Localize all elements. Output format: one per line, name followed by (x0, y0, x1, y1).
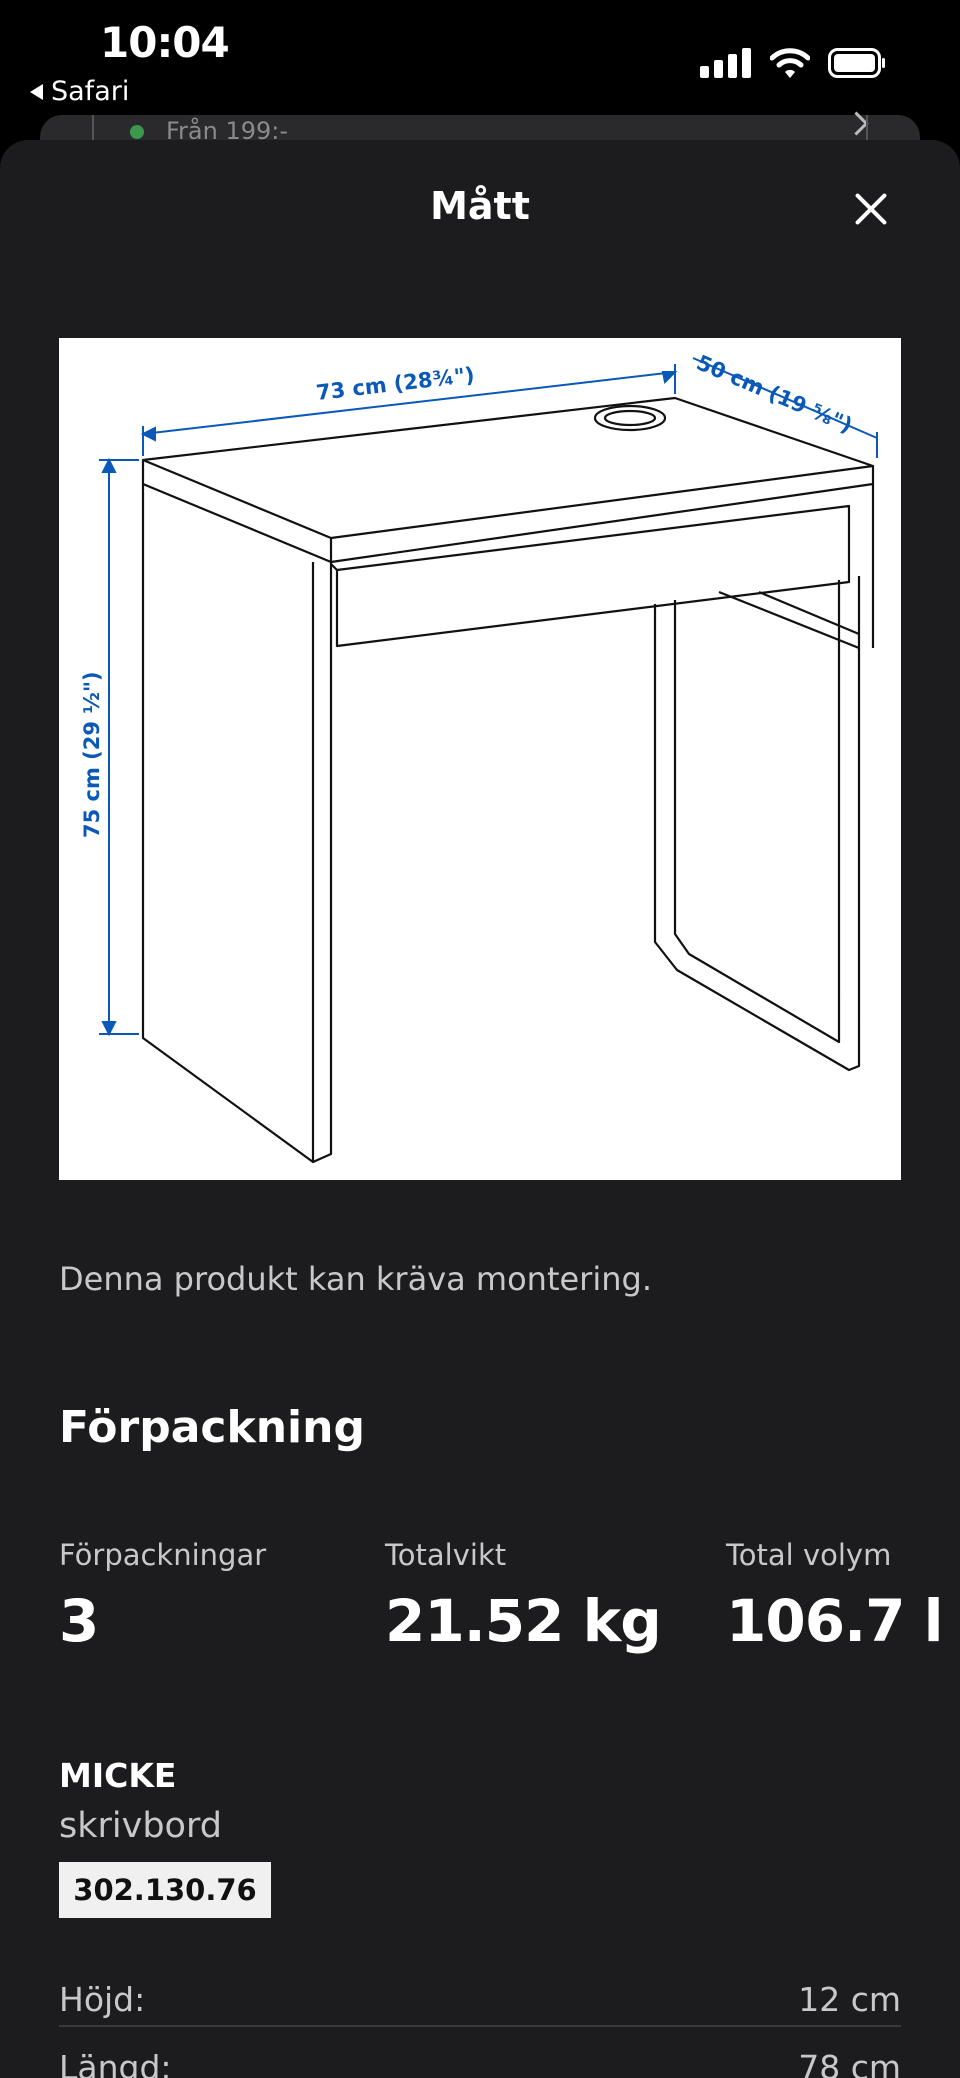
arrow-icon (140, 426, 156, 442)
left-panel-front (312, 562, 333, 1164)
arrow-icon (101, 457, 117, 473)
chevron-right-icon (844, 111, 869, 136)
height-label: 75 cm (29 ½") (80, 671, 104, 838)
arrow-icon (661, 371, 678, 385)
packages-label: Förpackningar (59, 1538, 267, 1572)
back-label: Safari (51, 76, 130, 107)
stock-status-dot-icon (130, 125, 144, 139)
dimensions-diagram: 73 cm (28¾") 50 cm (19 ⅝") 75 cm (29 ½") (59, 338, 901, 1180)
right-leg-outer (653, 576, 861, 1072)
row-divider (59, 2025, 901, 2027)
sheet-title: Mått (430, 184, 530, 228)
total-weight-label: Totalvikt (385, 1538, 507, 1572)
packages-value: 3 (59, 1587, 99, 1655)
packaging-heading: Förpackning (59, 1402, 365, 1453)
status-bar: 10:04 Safari (0, 0, 960, 115)
spec-label: Höjd: (59, 1980, 146, 2019)
cable-outlet-inner (603, 409, 657, 427)
back-triangle-icon (30, 83, 43, 100)
assembly-note: Denna produkt kan kräva montering. (59, 1260, 652, 1298)
spec-label: Längd: (59, 2048, 172, 2078)
total-volume-label: Total volym (726, 1538, 892, 1572)
battery-icon (828, 48, 885, 78)
total-weight-value: 21.52 kg (385, 1587, 662, 1655)
depth-label: 50 cm (19 ⅝") (693, 351, 856, 438)
article-number-badge: 302.130.76 (59, 1862, 271, 1918)
status-time: 10:04 (100, 18, 230, 67)
left-panel (141, 484, 315, 1164)
back-to-safari-button[interactable]: Safari (30, 76, 129, 107)
wifi-icon (770, 48, 810, 78)
spec-value: 12 cm (798, 1980, 901, 2019)
spec-value: 78 cm (798, 2048, 901, 2078)
dimensions-sheet: Mått 73 cm (28¾") 50 cm (19 ⅝") 75 cm (2… (0, 140, 960, 2078)
total-volume-value: 106.7 l (726, 1587, 944, 1655)
cellular-signal-icon (700, 48, 751, 78)
desk-line-drawing: 73 cm (28¾") 50 cm (19 ⅝") 75 cm (29 ½") (80, 351, 878, 1164)
right-leg-inner (673, 580, 841, 1044)
arrow-icon (101, 1021, 117, 1037)
close-icon[interactable] (846, 184, 896, 234)
tabletop-edge (141, 460, 875, 564)
product-name: MICKE (59, 1756, 177, 1795)
product-type: skrivbord (59, 1806, 222, 1846)
